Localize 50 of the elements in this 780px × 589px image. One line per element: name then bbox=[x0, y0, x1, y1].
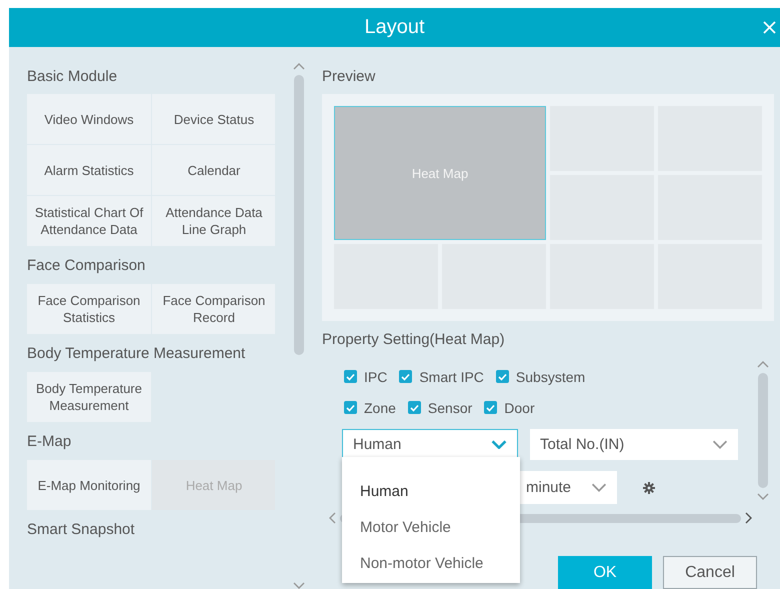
scroll-down-icon[interactable] bbox=[757, 493, 769, 500]
checkbox-label: Zone bbox=[364, 400, 396, 416]
module-tile[interactable]: Attendance Data Line Graph bbox=[152, 196, 275, 246]
window-title: Layout bbox=[364, 16, 425, 39]
module-tile[interactable]: Device Status bbox=[152, 94, 275, 144]
chevron-down-icon[interactable] bbox=[491, 440, 507, 449]
checkbox-label: IPC bbox=[364, 368, 388, 384]
module-tile[interactable]: E-Map Monitoring bbox=[27, 460, 151, 510]
module-tile[interactable]: Statistical Chart Of Attendance Data bbox=[27, 196, 151, 246]
module-tile[interactable]: Face Comparison Statistics bbox=[27, 284, 151, 334]
checkbox[interactable] bbox=[344, 370, 357, 383]
dropdown-option[interactable]: Non-motor Vehicle bbox=[342, 545, 520, 581]
dropdown-option[interactable]: Human bbox=[342, 473, 520, 509]
cancel-button[interactable]: Cancel bbox=[663, 556, 757, 589]
checkbox-label: Sensor bbox=[428, 400, 472, 416]
chevron-down-icon[interactable] bbox=[591, 483, 607, 492]
section-title: Preview bbox=[322, 68, 376, 85]
scrollbar-thumb[interactable] bbox=[294, 75, 304, 355]
group-title: Smart Snapshot bbox=[27, 520, 136, 540]
group-title: Basic Module bbox=[27, 68, 118, 87]
scroll-left-icon[interactable] bbox=[329, 512, 336, 524]
section-title: Property Setting(Heat Map) bbox=[322, 331, 506, 348]
checkbox[interactable] bbox=[496, 370, 509, 383]
checkbox-label: Smart IPC bbox=[419, 368, 484, 384]
checkbox-label: Subsystem bbox=[516, 368, 586, 384]
checkbox[interactable] bbox=[399, 370, 412, 383]
module-tile[interactable]: Video Windows bbox=[27, 94, 151, 144]
dropdown[interactable]: Total No.(IN) bbox=[530, 429, 738, 460]
settings-icon[interactable] bbox=[643, 482, 655, 494]
checkbox[interactable] bbox=[484, 401, 498, 414]
scroll-down-icon[interactable] bbox=[292, 582, 304, 589]
scroll-up-icon[interactable] bbox=[292, 63, 304, 70]
module-tile[interactable]: Calendar bbox=[152, 145, 275, 195]
group-title: E-Map bbox=[27, 432, 72, 452]
checkbox[interactable] bbox=[408, 401, 421, 414]
module-tile[interactable]: Face Comparison Record bbox=[152, 284, 275, 334]
module-tile[interactable]: Alarm Statistics bbox=[27, 145, 151, 195]
scroll-right-icon[interactable] bbox=[745, 512, 752, 524]
dropdown-option[interactable]: Motor Vehicle bbox=[342, 509, 520, 545]
group-title: Face Comparison bbox=[27, 256, 146, 276]
scroll-up-icon[interactable] bbox=[757, 361, 769, 368]
checkbox[interactable] bbox=[344, 401, 357, 414]
dropdown[interactable]: Human bbox=[342, 429, 518, 460]
group-title: Body Temperature Measurement bbox=[27, 344, 246, 364]
chevron-down-icon[interactable] bbox=[712, 440, 728, 449]
close-icon[interactable] bbox=[763, 21, 776, 34]
dropdown[interactable]: minute bbox=[520, 471, 617, 504]
module-tile[interactable]: Body Temperature Measurement bbox=[27, 372, 151, 422]
checkbox-label: Door bbox=[504, 400, 535, 416]
scrollbar-thumb[interactable] bbox=[758, 373, 768, 488]
